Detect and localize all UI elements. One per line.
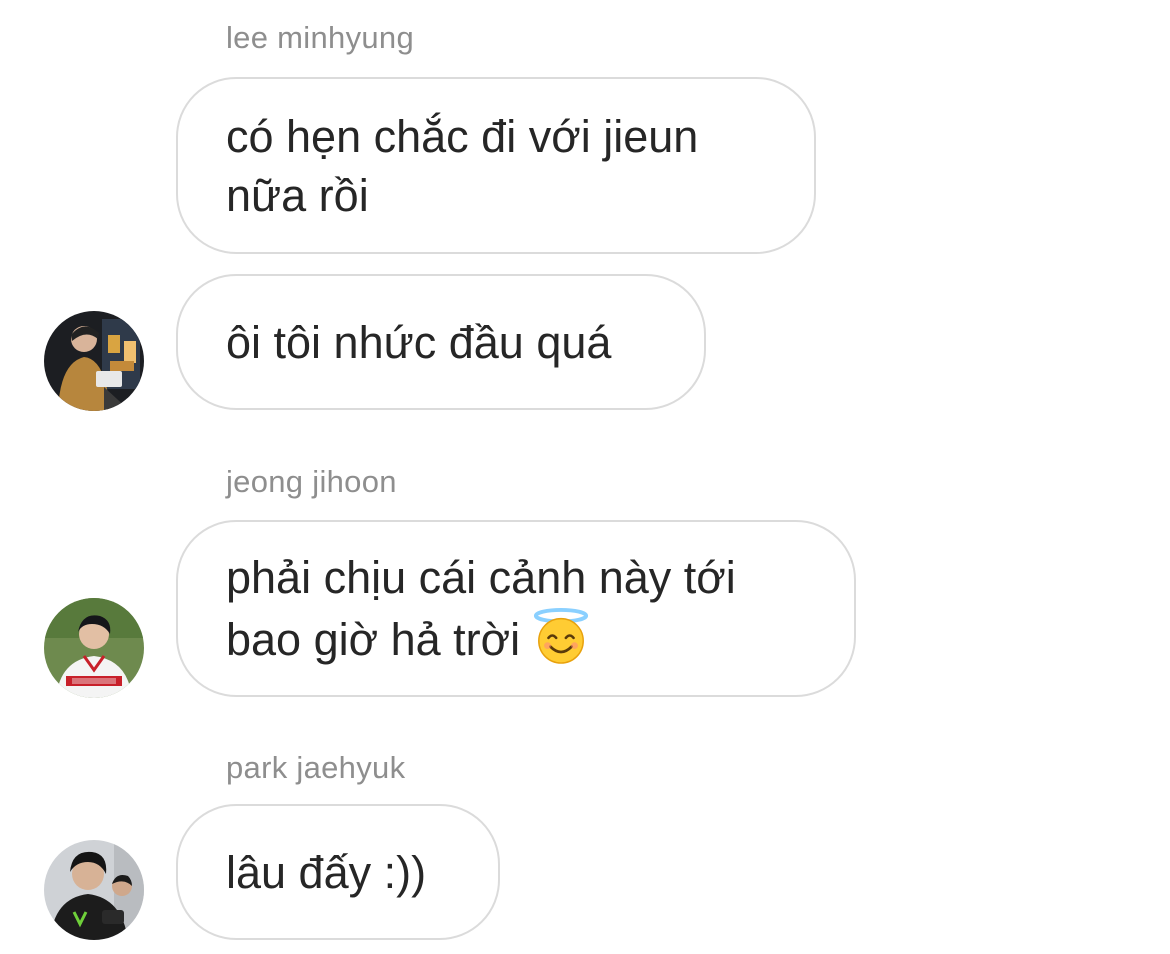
message-line: nữa rồi [226,169,369,221]
message-line: ôi tôi nhức đầu quá [226,316,612,368]
avatar[interactable] [44,598,144,698]
message-line: có hẹn chắc đi với jieun [226,110,699,162]
sender-name: park jaehyuk [226,750,406,785]
chat-thread: lee minhyung có hẹn chắc đi với jieun nữ… [0,0,1170,954]
user-avatar-photo-icon [44,840,144,940]
message-line: bao giờ hả trời [226,614,521,665]
smiling-face-with-halo-emoji-icon [532,607,590,665]
user-avatar-photo-icon [44,311,144,411]
message-line: lâu đấy :)) [226,846,427,898]
sender-name: jeong jihoon [226,464,397,499]
message-bubble[interactable]: có hẹn chắc đi với jieun nữa rồi [176,77,816,254]
message-bubble[interactable]: phải chịu cái cảnh này tới bao giờ hả tr… [176,520,856,697]
message-line: phải chịu cái cảnh này tới [226,552,736,603]
avatar[interactable] [44,840,144,940]
message-bubble[interactable]: lâu đấy :)) [176,804,500,940]
sender-name: lee minhyung [226,20,414,55]
user-avatar-photo-icon [44,598,144,698]
message-bubble[interactable]: ôi tôi nhức đầu quá [176,274,706,410]
avatar[interactable] [44,311,144,411]
